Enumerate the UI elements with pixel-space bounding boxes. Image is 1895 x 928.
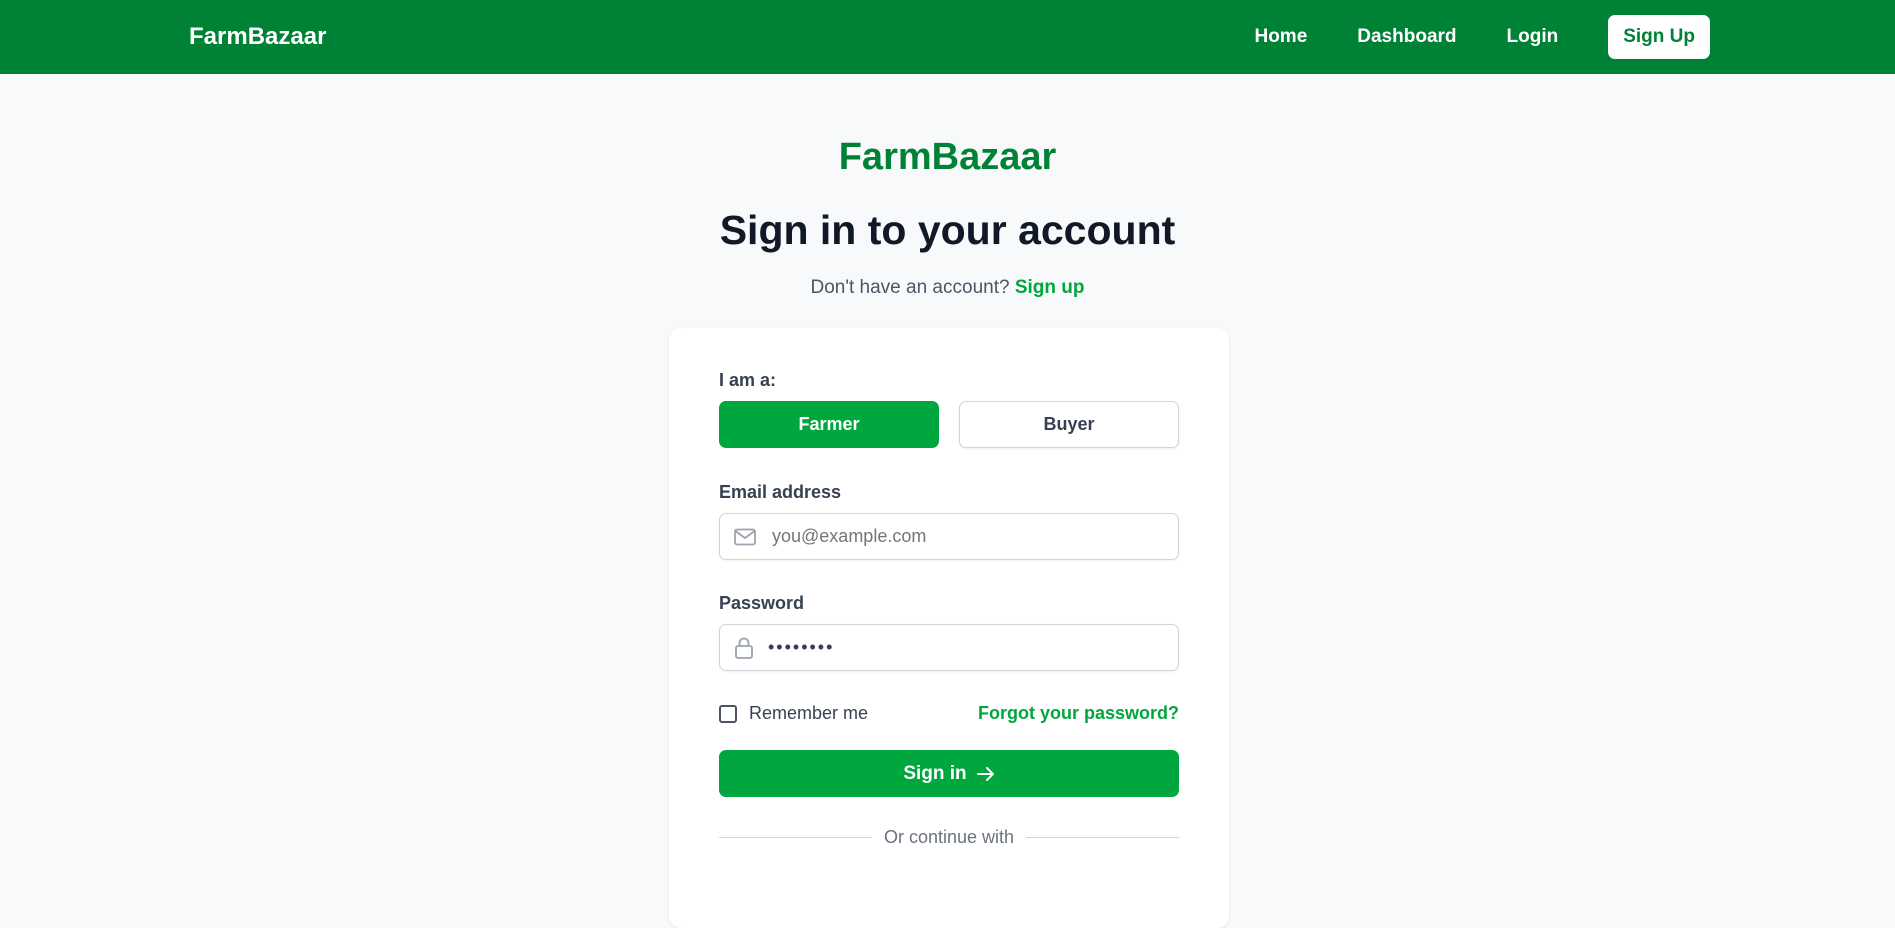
remember-me: Remember me xyxy=(719,703,868,724)
lock-icon xyxy=(735,637,753,659)
password-field-container[interactable]: •••••••• xyxy=(719,624,1179,671)
remember-me-checkbox[interactable] xyxy=(719,704,737,723)
forgot-password-link[interactable]: Forgot your password? xyxy=(978,703,1179,724)
form-options: Remember me Forgot your password? xyxy=(719,703,1179,724)
role-buyer-button[interactable]: Buyer xyxy=(959,401,1179,448)
nav-login[interactable]: Login xyxy=(1507,26,1559,48)
divider-text: Or continue with xyxy=(883,827,1015,847)
signup-prompt: Don't have an account? Sign up xyxy=(0,277,1895,299)
continue-divider: Or continue with xyxy=(719,827,1179,848)
role-label: I am a: xyxy=(719,370,777,390)
mail-icon xyxy=(734,528,756,545)
role-farmer-button[interactable]: Farmer xyxy=(719,401,939,448)
signin-header: FarmBazaar Sign in to your account Don't… xyxy=(0,138,1895,299)
email-label: Email address xyxy=(719,482,842,502)
top-navbar: FarmBazaar Home Dashboard Login Sign Up xyxy=(0,0,1895,74)
password-label: Password xyxy=(719,593,805,613)
password-input[interactable]: •••••••• xyxy=(768,637,1168,658)
signin-button[interactable]: Sign in xyxy=(719,750,1179,797)
signin-button-label: Sign in xyxy=(903,762,967,784)
remember-me-label[interactable]: Remember me xyxy=(749,703,868,724)
nav-home[interactable]: Home xyxy=(1254,26,1307,48)
email-field-container[interactable] xyxy=(719,513,1179,560)
page-logo: FarmBazaar xyxy=(838,136,1057,178)
signup-prompt-text: Don't have an account? xyxy=(810,277,1010,298)
email-input[interactable] xyxy=(770,525,1174,548)
signin-card: I am a: Farmer Buyer Email address Passw… xyxy=(669,328,1229,928)
arrow-right-icon xyxy=(976,766,994,781)
divider-line-right xyxy=(1026,837,1179,838)
nav-signup-button[interactable]: Sign Up xyxy=(1608,15,1710,59)
role-selector: Farmer Buyer xyxy=(719,401,1179,448)
brand-logo[interactable]: FarmBazaar xyxy=(189,23,326,51)
page-title: Sign in to your account xyxy=(719,207,1176,253)
divider-line-left xyxy=(719,837,872,838)
signup-link[interactable]: Sign up xyxy=(1015,277,1085,298)
nav-links: Home Dashboard Login Sign Up xyxy=(1204,15,1710,59)
nav-dashboard[interactable]: Dashboard xyxy=(1357,26,1456,48)
